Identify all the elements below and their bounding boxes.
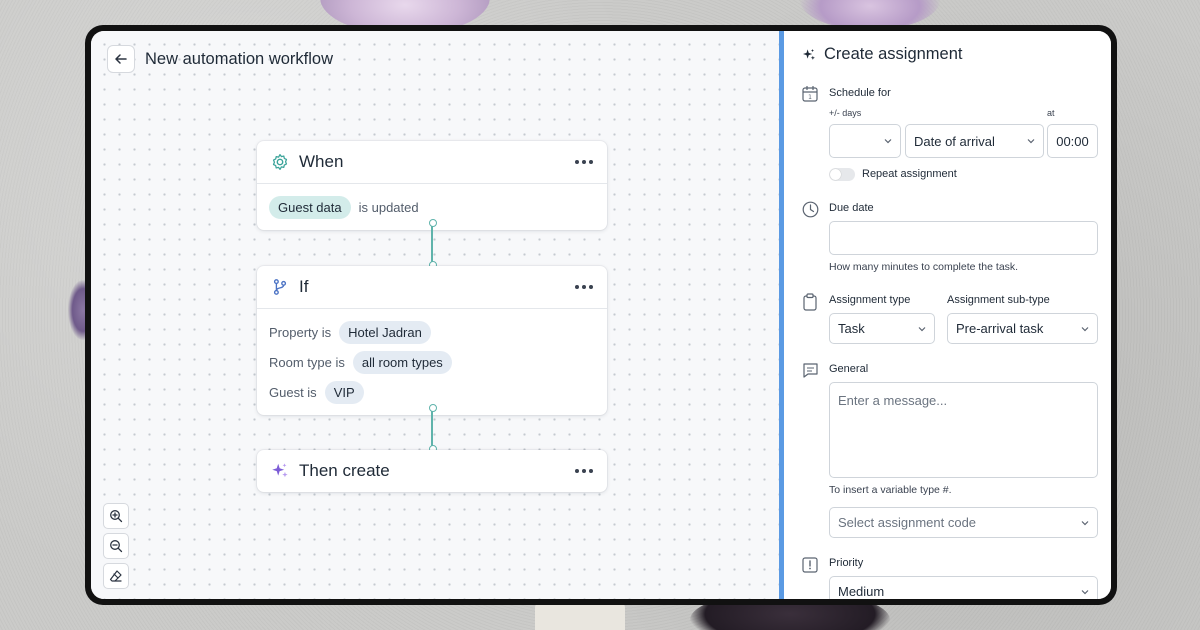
workflow-canvas[interactable]: New automation workflow When Guest data …	[91, 31, 779, 599]
days-label: +/- days	[829, 108, 862, 118]
assignment-subtype-select[interactable]: Pre-arrival task	[947, 313, 1098, 344]
chevron-down-icon	[1027, 139, 1035, 144]
more-options-icon[interactable]	[575, 469, 593, 473]
date-anchor-select[interactable]: Date of arrival	[905, 124, 1044, 158]
message-icon	[803, 363, 818, 378]
panel-title: Create assignment	[824, 45, 963, 63]
node-connector	[429, 404, 437, 453]
node-header: Then create	[257, 450, 607, 492]
condition-chip[interactable]: all room types	[352, 350, 452, 374]
panel-header: Create assignment	[802, 45, 963, 64]
clipboard-icon	[803, 293, 817, 311]
back-button[interactable]	[107, 45, 135, 73]
node-title: If	[299, 277, 309, 296]
general-label: General	[829, 363, 869, 375]
node-title: Then create	[299, 461, 390, 480]
eraser-icon	[109, 570, 122, 582]
node-header: If	[257, 266, 607, 308]
chevron-down-icon	[918, 326, 926, 331]
canvas-header: New automation workflow	[107, 45, 333, 73]
alert-icon	[802, 557, 818, 573]
priority-select[interactable]: Medium	[829, 576, 1098, 599]
more-options-icon[interactable]	[575, 160, 593, 164]
condition-row: Guest is VIP	[269, 377, 595, 407]
zoom-out-icon	[110, 540, 123, 553]
trigger-chip[interactable]: Guest data	[269, 195, 351, 219]
assignment-type-value: Task	[838, 321, 865, 336]
variable-hint: To insert a variable type #.	[829, 484, 952, 496]
condition-label: Room type is	[269, 354, 345, 370]
priority-value: Medium	[838, 584, 885, 599]
trigger-text: is updated	[358, 199, 419, 215]
message-placeholder: Enter a message...	[838, 393, 948, 408]
chevron-down-icon	[1081, 326, 1089, 331]
node-body: Property is Hotel Jadran Room type is al…	[257, 308, 607, 415]
condition-node[interactable]: If Property is Hotel Jadran Room type is…	[257, 266, 607, 415]
condition-chip[interactable]: VIP	[324, 380, 364, 404]
branch-icon	[273, 279, 287, 295]
time-field[interactable]: 00:00	[1047, 124, 1098, 158]
date-anchor-value: Date of arrival	[914, 133, 995, 149]
sparkle-icon	[272, 463, 288, 478]
chevron-down-icon	[1081, 520, 1089, 525]
assignment-code-placeholder: Select assignment code	[838, 515, 977, 530]
condition-chip[interactable]: Hotel Jadran	[339, 320, 431, 344]
zoom-out-button[interactable]	[103, 533, 129, 559]
arrow-left-icon	[115, 54, 127, 64]
condition-row: Room type is all room types	[269, 347, 595, 377]
message-textarea[interactable]: Enter a message...	[829, 382, 1098, 478]
gear-icon	[272, 153, 288, 171]
repeat-toggle[interactable]	[829, 168, 855, 181]
due-date-label: Due date	[829, 202, 874, 214]
node-title: When	[299, 152, 344, 171]
zoom-toolbar	[103, 503, 129, 589]
app-screen: New automation workflow When Guest data …	[91, 31, 1111, 599]
node-connector	[429, 219, 437, 269]
repeat-label: Repeat assignment	[862, 168, 957, 180]
due-date-hint: How many minutes to complete the task.	[829, 261, 1019, 273]
schedule-label: Schedule for	[829, 87, 891, 99]
more-options-icon[interactable]	[575, 285, 593, 289]
time-value: 00:00	[1056, 133, 1089, 149]
condition-row: Guest data is updated	[269, 192, 595, 222]
days-select[interactable]	[829, 124, 901, 158]
node-header: When	[257, 141, 607, 183]
zoom-in-button[interactable]	[103, 503, 129, 529]
assignment-code-select[interactable]: Select assignment code	[829, 507, 1098, 538]
assignment-subtype-label: Assignment sub-type	[947, 294, 1050, 306]
chevron-down-icon	[884, 139, 892, 144]
calendar-icon: 1	[802, 86, 818, 102]
tablet-frame: New automation workflow When Guest data …	[85, 25, 1117, 605]
condition-label: Guest is	[269, 384, 317, 400]
assignment-panel: Create assignment 1 Schedule for +/- day…	[779, 31, 1111, 599]
assignment-subtype-value: Pre-arrival task	[956, 321, 1044, 336]
action-node[interactable]: Then create	[257, 450, 607, 492]
svg-text:1: 1	[808, 94, 812, 101]
trigger-node[interactable]: When Guest data is updated	[257, 141, 607, 230]
condition-row: Property is Hotel Jadran	[269, 317, 595, 347]
eraser-button[interactable]	[103, 563, 129, 589]
assignment-type-select[interactable]: Task	[829, 313, 935, 344]
assignment-type-label: Assignment type	[829, 294, 911, 306]
chevron-down-icon	[1081, 589, 1089, 594]
zoom-in-icon	[110, 510, 123, 523]
due-date-input[interactable]	[829, 221, 1098, 255]
page-title: New automation workflow	[145, 49, 333, 68]
condition-label: Property is	[269, 324, 332, 340]
priority-label: Priority	[829, 557, 864, 569]
sparkle-icon	[802, 48, 815, 60]
clock-icon	[802, 201, 819, 218]
at-label: at	[1047, 108, 1055, 118]
